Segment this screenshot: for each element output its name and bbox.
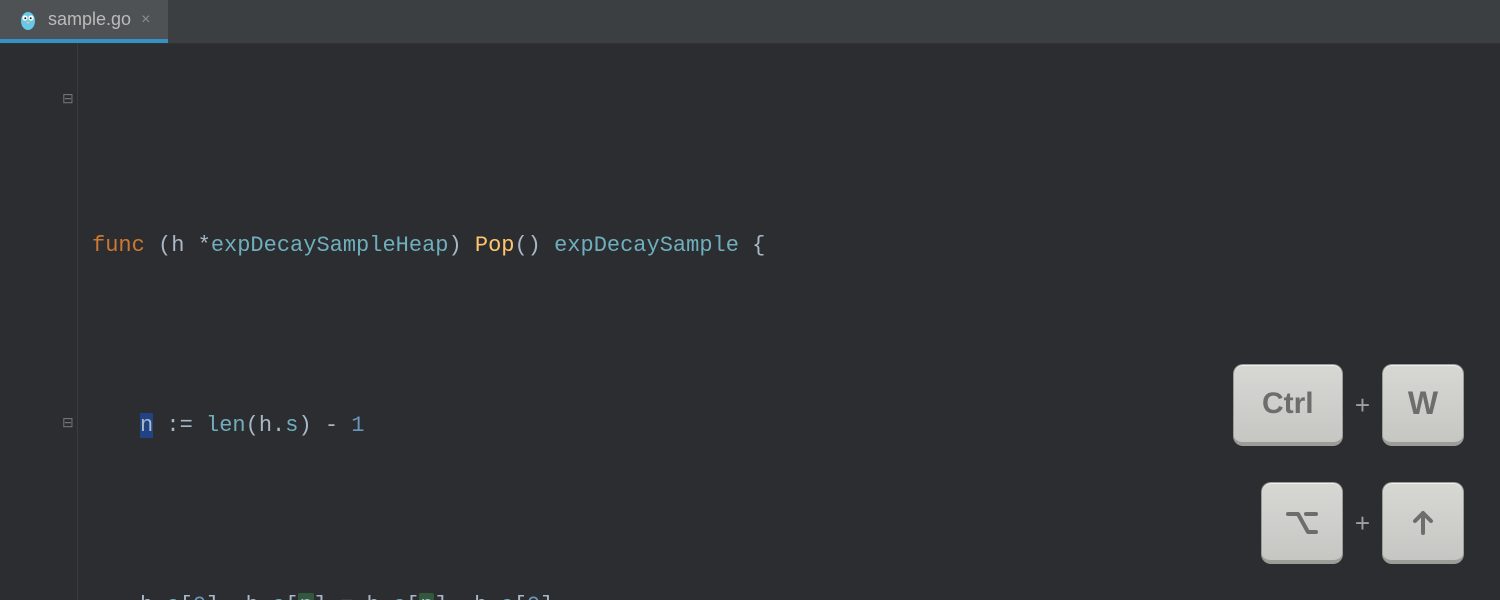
type-ref: expDecaySample: [554, 233, 739, 258]
var-n: n: [140, 413, 153, 438]
plus-icon: +: [1355, 508, 1370, 539]
type-ref: expDecaySampleHeap: [211, 233, 449, 258]
fold-marker-close[interactable]: ⊟: [62, 416, 78, 432]
tab-filename: sample.go: [48, 9, 131, 30]
code-line: h.s[0], h.s[n] = h.s[n], h.s[0]: [88, 588, 1500, 600]
key-arrow-up: [1382, 482, 1464, 564]
editor-gutter: ⊟ ⊟: [0, 44, 78, 600]
tab-bar: sample.go ×: [0, 0, 1500, 44]
code-editor[interactable]: ⊟ ⊟ func (h *expDecaySampleHeap) Pop() e…: [0, 44, 1500, 600]
close-icon[interactable]: ×: [141, 12, 150, 28]
plus-icon: +: [1355, 390, 1370, 421]
option-key-icon: [1282, 502, 1322, 542]
fold-marker-open[interactable]: ⊟: [62, 92, 78, 108]
key-option: [1261, 482, 1343, 564]
shortcut-row: Ctrl + W: [1233, 364, 1464, 446]
key-w: W: [1382, 364, 1464, 446]
code-line: func (h *expDecaySampleHeap) Pop() expDe…: [88, 228, 1500, 264]
builtin-len: len: [206, 413, 246, 438]
shortcut-row: +: [1261, 482, 1464, 564]
go-gopher-icon: [18, 9, 38, 31]
arrow-up-icon: [1406, 505, 1440, 539]
editor-tab-sample-go[interactable]: sample.go ×: [0, 0, 168, 43]
key-ctrl: Ctrl: [1233, 364, 1343, 446]
shortcut-hint-overlay: Ctrl + W +: [1233, 364, 1464, 564]
func-name: Pop: [475, 233, 515, 258]
keyword-func: func: [92, 233, 145, 258]
